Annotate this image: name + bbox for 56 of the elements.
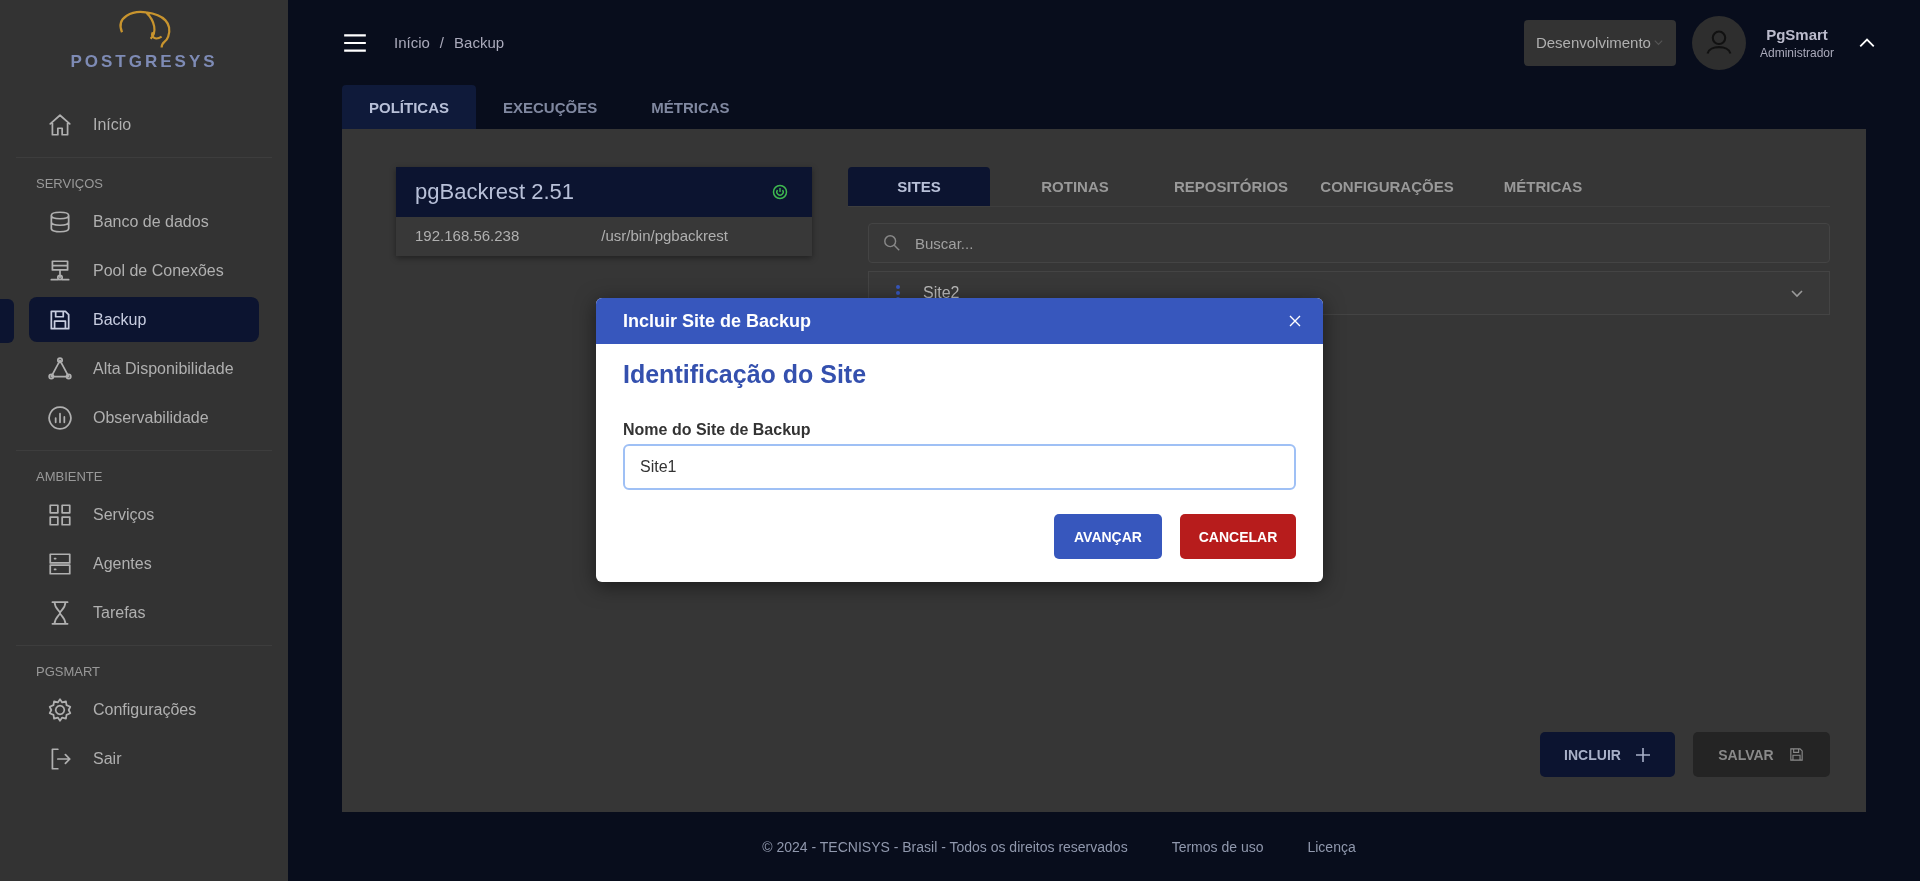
footer-link[interactable]: Termos de uso xyxy=(1171,838,1264,855)
server-path: /usr/bin/pgbackrest xyxy=(601,227,728,244)
sidebar-item[interactable]: Tarefas xyxy=(29,590,259,635)
tab[interactable]: ROTINAS xyxy=(1004,167,1146,206)
tab[interactable]: SITES xyxy=(848,167,990,206)
copyright-text: © 2024 - TECNISYS - Brasil - Todos os direitos reservados xyxy=(762,838,1128,855)
plus-icon xyxy=(1634,746,1651,763)
settings-icon xyxy=(47,696,73,723)
environment-dropdown[interactable]: Desenvolvimento xyxy=(1523,19,1676,66)
breadcrumb-separator: / xyxy=(439,34,445,51)
dialog-heading: Identificação do Site xyxy=(623,360,868,389)
user-role: Administrador xyxy=(1759,45,1834,60)
close-icon[interactable] xyxy=(1289,315,1301,327)
add-button[interactable]: INCLUIR xyxy=(1540,732,1675,777)
search-input[interactable]: Buscar... xyxy=(913,233,1815,253)
tab[interactable]: REPOSITÓRIOS xyxy=(1160,167,1302,206)
user-name: PgSmart xyxy=(1766,25,1828,43)
breadcrumb-link[interactable]: Início xyxy=(394,34,430,51)
section-heading: AMBIENTE xyxy=(35,468,104,486)
server-host: 192.168.56.238 xyxy=(415,227,520,244)
power-status-icon xyxy=(772,184,788,200)
section-heading: PGSMART xyxy=(35,663,102,681)
server-title: pgBackrest 2.51 xyxy=(415,179,574,205)
search-field[interactable]: Buscar... xyxy=(868,223,1830,263)
site-name: Site2 xyxy=(923,284,961,302)
active-indicator xyxy=(0,299,14,343)
footer-link[interactable]: Licença xyxy=(1307,838,1356,855)
sidebar-item[interactable]: Alta Disponibilidade xyxy=(29,346,259,391)
search-icon xyxy=(883,234,901,252)
sidebar-item[interactable]: Configurações xyxy=(29,687,259,732)
tab[interactable]: EXECUÇÕES xyxy=(476,85,625,129)
tab[interactable]: MÉTRICAS xyxy=(1472,167,1614,206)
dialog-title: Incluir Site de Backup xyxy=(623,310,812,332)
chevron-down-icon xyxy=(1652,37,1664,48)
sidebar-item[interactable]: Observabilidade xyxy=(29,395,259,440)
sidebar-item[interactable]: Sair xyxy=(29,736,259,781)
tab[interactable]: CONFIGURAÇÕES xyxy=(1316,167,1458,206)
sidebar-item[interactable]: Agentes xyxy=(29,541,259,586)
sidebar-item[interactable]: Pool de Conexões xyxy=(29,248,259,293)
breadcrumb-link[interactable]: Backup xyxy=(454,34,505,51)
server-icon xyxy=(47,550,73,577)
cancel-button[interactable]: CANCELAR xyxy=(1180,514,1296,559)
sidebar-item[interactable]: Backup xyxy=(29,297,259,342)
field-label: Nome do Site de Backup xyxy=(623,421,812,439)
input-field[interactable]: Site1 xyxy=(623,444,1296,490)
logo-wordmark: POSTGRESYS xyxy=(70,52,218,72)
tab[interactable]: POLÍTICAS xyxy=(342,85,476,129)
next-button[interactable]: AVANÇAR xyxy=(1054,514,1162,559)
sidebar-item[interactable]: Serviços xyxy=(29,492,259,537)
database-icon xyxy=(47,208,73,235)
triangle-nodes-icon xyxy=(47,355,73,382)
sidebar-item[interactable]: Banco de dados xyxy=(29,199,259,244)
section-heading: SERVIÇOS xyxy=(35,175,104,193)
grid-icon xyxy=(47,501,73,528)
tab[interactable]: MÉTRICAS xyxy=(624,85,757,129)
sidebar-item[interactable]: Início xyxy=(29,102,259,147)
